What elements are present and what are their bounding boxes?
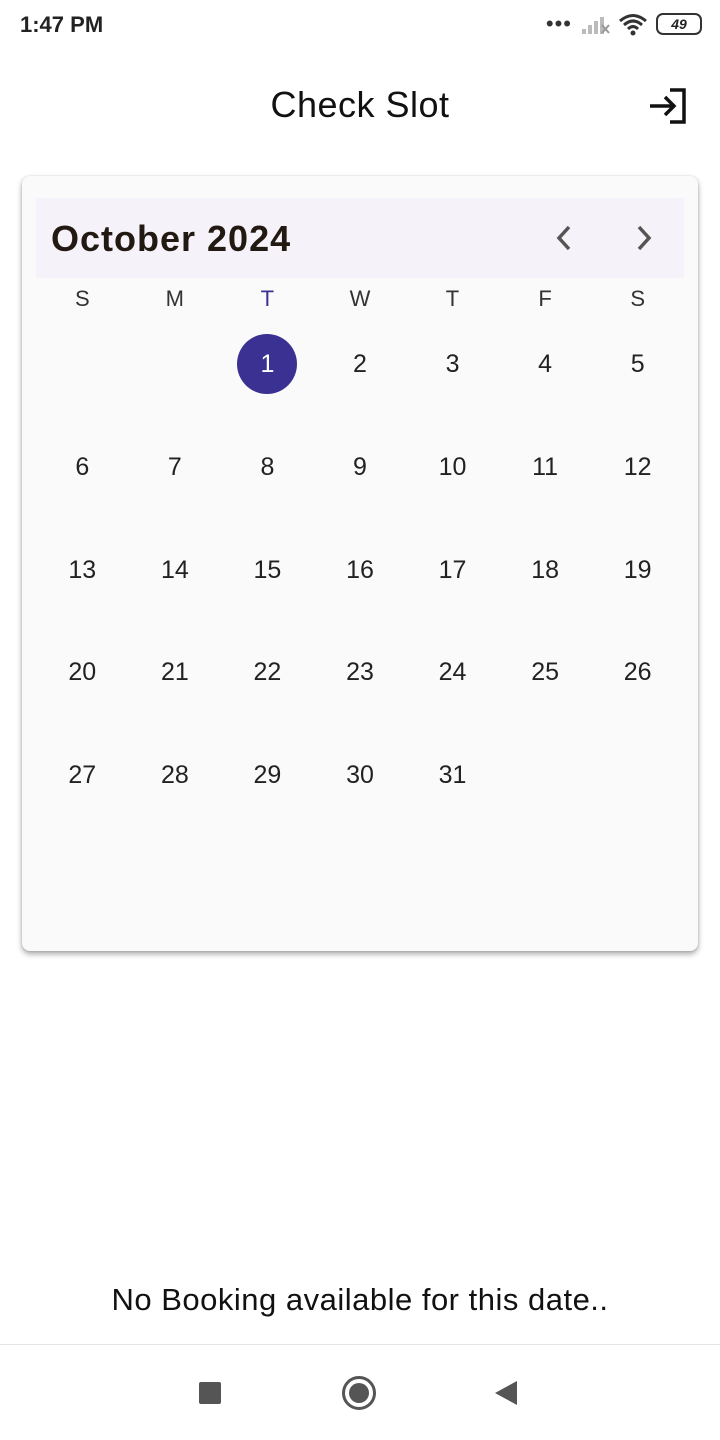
calendar-day[interactable]: 27 (36, 737, 129, 840)
calendar-day[interactable]: 18 (499, 532, 592, 635)
calendar-day-number: 5 (630, 350, 645, 378)
calendar-day[interactable]: 29 (221, 737, 314, 840)
back-button[interactable] (495, 1381, 517, 1405)
recents-button[interactable] (199, 1382, 221, 1404)
calendar-day[interactable]: 4 (499, 326, 592, 429)
calendar-day-number: 29 (253, 761, 282, 790)
calendar-day-number: 20 (68, 658, 97, 687)
empty-state-message: No Booking available for this date.. (111, 1282, 609, 1317)
calendar-day-number: 1 (237, 334, 298, 394)
calendar-day-number: 16 (346, 555, 374, 584)
logout-icon (650, 88, 686, 124)
calendar-day[interactable]: 14 (129, 532, 222, 635)
calendar-day[interactable]: 24 (406, 634, 499, 737)
calendar-day[interactable]: 28 (129, 737, 222, 840)
home-button[interactable] (342, 1376, 376, 1410)
calendar-day[interactable]: 25 (499, 634, 592, 737)
calendar-day[interactable]: 2 (314, 326, 407, 429)
calendar-day-number: 19 (623, 555, 652, 584)
weekday-label-today: T (260, 286, 275, 311)
weekday-label: T (445, 286, 460, 311)
weekday-label: S (74, 286, 90, 311)
calendar-day-number: 21 (160, 658, 189, 687)
page-title: Check Slot (270, 84, 450, 125)
weekday-label: W (349, 286, 371, 311)
app-header: Check Slot (0, 72, 720, 140)
calendar-day[interactable]: 31 (406, 737, 499, 840)
weekday-row: S M T W T F S (36, 286, 684, 320)
calendar-day-number: 9 (353, 452, 367, 481)
days-grid: 1 2 3 4 5 6 7 8 9 10 11 12 13 14 15 16 17 18 19 20 21 22 23 24 2… (36, 326, 684, 840)
calendar-day[interactable]: 21 (129, 634, 222, 737)
battery-icon: 49 (656, 13, 702, 35)
calendar-day-number: 27 (68, 761, 97, 790)
weekday-label: M (165, 286, 184, 311)
calendar-card: October 2024 S M T W T F S 1 2 3 4 5 6 7 8 9 10 11… (22, 176, 698, 951)
calendar-day-number: 23 (346, 658, 374, 687)
chevron-right-icon (637, 225, 652, 251)
calendar-day-number: 11 (532, 452, 559, 481)
signal-icon (582, 17, 610, 34)
calendar-day-number: 15 (253, 555, 282, 584)
calendar-blank-cell (36, 326, 129, 429)
calendar-day[interactable]: 26 (591, 634, 684, 737)
calendar-day-number: 18 (531, 555, 559, 584)
calendar-day-number: 10 (438, 452, 467, 481)
calendar-day-number: 4 (538, 350, 553, 378)
calendar-day[interactable]: 19 (591, 532, 684, 635)
calendar-day-number: 17 (438, 555, 467, 584)
calendar-day-number: 30 (346, 761, 374, 790)
calendar-day[interactable]: 30 (314, 737, 407, 840)
calendar-day-number: 12 (623, 452, 652, 481)
calendar-day[interactable]: 17 (406, 532, 499, 635)
month-title[interactable]: October 2024 (51, 218, 291, 260)
calendar-day-number: 3 (445, 350, 460, 378)
calendar-day[interactable]: 5 (591, 326, 684, 429)
logout-button[interactable] (644, 84, 692, 128)
previous-month-button[interactable] (544, 218, 584, 258)
calendar-day-number: 25 (531, 658, 559, 687)
calendar-day-number: 26 (623, 658, 652, 687)
calendar-day-number: 13 (68, 555, 97, 584)
calendar-day-number: 31 (438, 761, 467, 790)
calendar-day[interactable]: 3 (406, 326, 499, 429)
calendar-day[interactable]: 13 (36, 532, 129, 635)
calendar-day-number: 2 (353, 350, 367, 378)
system-nav-bar (0, 1344, 720, 1440)
calendar-blank-cell (129, 326, 222, 429)
calendar-header: October 2024 (36, 198, 684, 278)
calendar-day-number: 6 (75, 452, 90, 481)
calendar-day[interactable]: 23 (314, 634, 407, 737)
calendar-day[interactable]: 10 (406, 429, 499, 532)
calendar-day[interactable]: 12 (591, 429, 684, 532)
next-month-button[interactable] (624, 218, 664, 258)
calendar-day-number: 24 (438, 658, 467, 687)
status-bar: 1:47 PM ••• 49 (0, 0, 720, 52)
calendar-day-number: 22 (253, 658, 282, 687)
calendar-day[interactable]: 16 (314, 532, 407, 635)
calendar-day-number: 8 (260, 452, 275, 481)
calendar-day-number: 28 (160, 761, 189, 790)
calendar-day[interactable]: 20 (36, 634, 129, 737)
calendar-day[interactable]: 6 (36, 429, 129, 532)
calendar-day-number: 7 (167, 452, 182, 481)
calendar-day[interactable]: 11 (499, 429, 592, 532)
weekday-label: F (538, 286, 552, 311)
wifi-icon (619, 14, 647, 36)
calendar-day-selected[interactable]: 1 (221, 326, 314, 429)
calendar-day[interactable]: 9 (314, 429, 407, 532)
calendar-day-number: 14 (160, 555, 189, 584)
calendar-day[interactable]: 15 (221, 532, 314, 635)
chevron-left-icon (556, 225, 571, 251)
weekday-label: S (630, 286, 645, 311)
more-dots-icon: ••• (545, 11, 572, 36)
calendar-day[interactable]: 7 (129, 429, 222, 532)
calendar-day[interactable]: 22 (221, 634, 314, 737)
status-icons: ••• 49 (546, 12, 702, 36)
status-time: 1:47 PM (20, 12, 104, 37)
calendar-day[interactable]: 8 (221, 429, 314, 532)
